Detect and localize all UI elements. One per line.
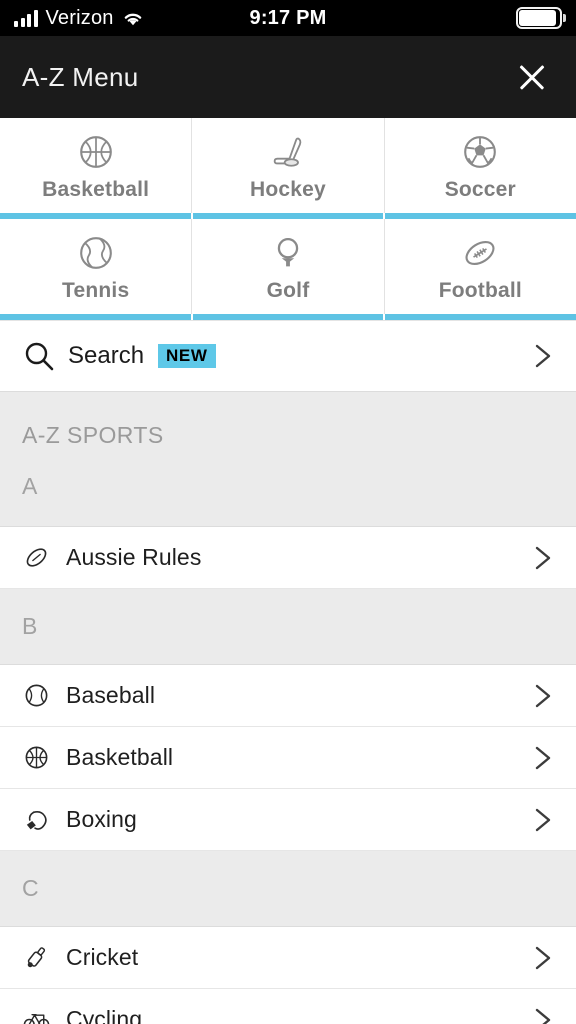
tile-soccer[interactable]: Soccer [384,118,576,213]
section-title: A-Z SPORTS [22,422,164,448]
az-sports-list[interactable]: A-Z SPORTS A Aussie Rules B Baseball Bas… [0,392,576,1024]
list-item[interactable]: Basketball [0,727,576,789]
chevron-right-icon [532,741,554,775]
list-item-label: Cycling [66,1006,143,1024]
letter-header-b-band: B [0,589,576,665]
tile-label: Soccer [444,177,516,201]
battery-icon [516,7,566,29]
basketball-icon [22,744,50,772]
chevron-right-icon [532,1003,554,1024]
hockey-stick-icon [267,130,309,174]
list-item[interactable]: Baseball [0,665,576,727]
golf-tee-icon [267,231,309,275]
search-icon [22,339,56,373]
close-icon[interactable] [510,55,554,99]
tile-label: Football [438,278,522,302]
status-bar-left: Verizon [14,7,144,30]
tile-tennis[interactable]: Tennis [0,219,193,314]
tile-football[interactable]: Football [384,219,576,314]
search-row[interactable]: Search NEW [0,320,576,392]
soccer-ball-icon [459,130,501,174]
list-item-label: Cricket [66,944,139,970]
tile-golf[interactable]: Golf [192,219,385,314]
tennis-ball-icon [75,231,117,275]
featured-row-1: Basketball Hockey Soccer [0,118,576,213]
signal-bars-icon [14,9,38,27]
football-icon [459,231,501,275]
cricket-bat-icon [22,944,50,972]
list-item-label: Aussie Rules [66,544,202,570]
section-header-az-sports: A-Z SPORTS A [0,392,576,527]
app-header: A-Z Menu [0,36,576,118]
list-item[interactable]: Boxing [0,789,576,851]
featured-row-2: Tennis Golf Football [0,219,576,314]
basketball-icon [75,130,117,174]
rugby-ball-icon [22,544,50,572]
letter-header-c-band: C [0,851,576,927]
carrier-label: Verizon [45,6,114,29]
chevron-right-icon [532,803,554,837]
baseball-icon [22,682,50,710]
list-item-label: Boxing [66,806,137,832]
tile-label: Basketball [42,177,150,201]
tile-label: Hockey [250,177,326,201]
list-item-label: Basketball [66,744,174,770]
search-label: Search [68,342,145,369]
list-item[interactable]: Cycling [0,989,576,1024]
tile-label: Tennis [62,278,130,302]
chevron-right-icon [532,339,554,373]
page-title: A-Z Menu [22,61,139,92]
list-item-label: Baseball [66,682,156,708]
status-badge: NEW [158,344,216,368]
phone-screen: Verizon 9:17 PM A-Z Menu Basketball Hock… [0,0,576,1024]
wifi-icon [122,10,144,27]
tile-hockey[interactable]: Hockey [192,118,385,213]
list-item[interactable]: Cricket [0,927,576,989]
boxing-glove-icon [22,806,50,834]
list-item[interactable]: Aussie Rules [0,527,576,589]
tile-basketball[interactable]: Basketball [0,118,193,213]
status-bar: Verizon 9:17 PM [0,0,576,36]
featured-sports-grid: Basketball Hockey Soccer Tennis Golf Foo… [0,118,576,320]
tile-label: Golf [266,278,310,302]
status-bar-right [516,7,566,29]
chevron-right-icon [532,541,554,575]
chevron-right-icon [532,941,554,975]
chevron-right-icon [532,679,554,713]
letter-header-b: B [22,613,38,639]
bicycle-icon [22,1006,50,1024]
letter-header-a: A [22,473,38,499]
letter-header-c: C [22,875,39,901]
